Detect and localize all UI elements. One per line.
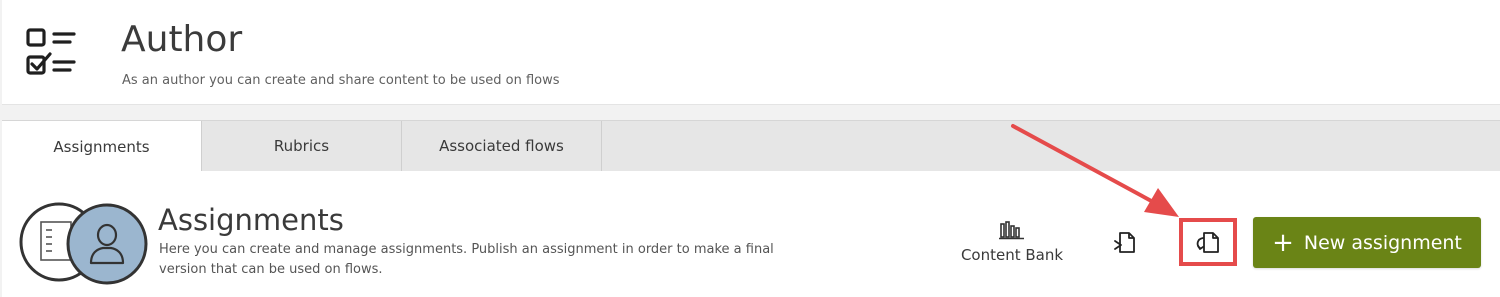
document-import-icon <box>1112 232 1138 261</box>
assignments-panel: Assignments Here you can create and mana… <box>2 171 1500 297</box>
page-title: Author <box>121 19 243 60</box>
tab-label: Associated flows <box>439 137 564 155</box>
new-assignment-button[interactable]: + New assignment <box>1253 217 1481 268</box>
tab-label: Rubrics <box>273 137 330 155</box>
checklist-icon <box>26 27 80 79</box>
highlight-box <box>1179 218 1237 266</box>
import-document-button[interactable] <box>1112 229 1138 257</box>
section-title: Assignments <box>158 203 344 237</box>
tab-rubrics[interactable]: Rubrics <box>202 121 402 171</box>
content-bank-label: Content Bank <box>960 246 1064 264</box>
page-header: Author As an author you can create and s… <box>2 0 1500 105</box>
new-assignment-label: New assignment <box>1303 231 1462 254</box>
tab-label: Assignments <box>53 138 150 156</box>
user-avatar-icon <box>66 203 148 285</box>
section-description: Here you can create and manage assignmen… <box>159 242 774 277</box>
tab-associated-flows[interactable]: Associated flows <box>402 121 602 171</box>
tab-bar: Assignments Rubrics Associated flows <box>2 120 1500 173</box>
plus-icon: + <box>1272 227 1294 258</box>
content-bank-button[interactable]: Content Bank <box>950 218 1074 268</box>
section-illustration <box>19 202 159 286</box>
tab-assignments[interactable]: Assignments <box>2 121 202 173</box>
page-subtitle: As an author you can create and share co… <box>122 73 560 88</box>
